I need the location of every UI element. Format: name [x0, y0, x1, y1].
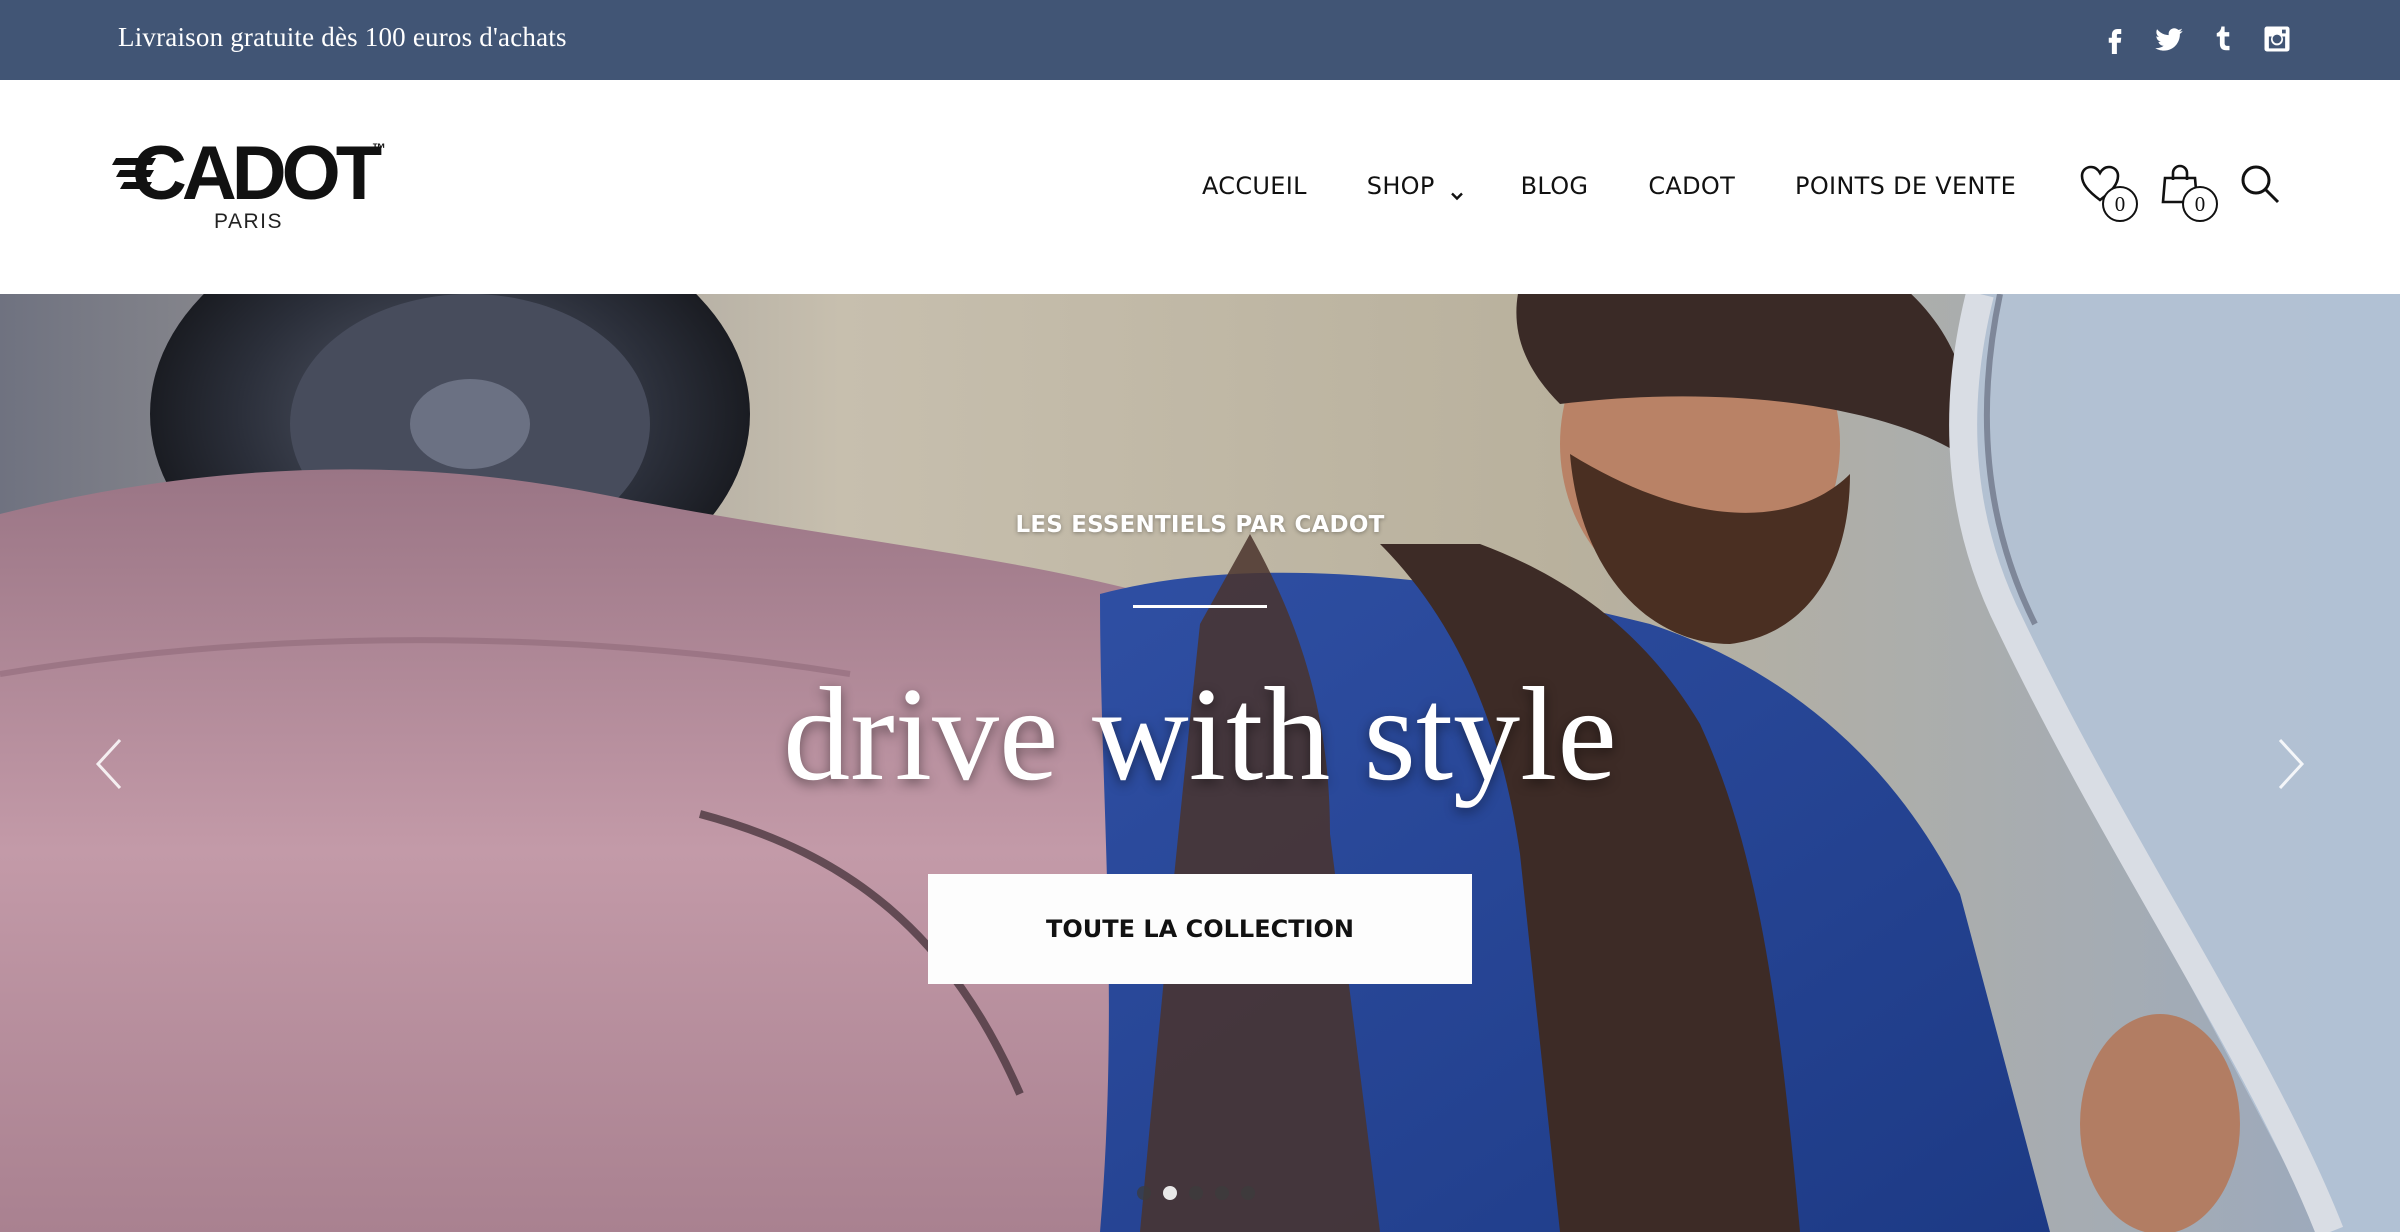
social-links — [2100, 22, 2292, 56]
slider-dot[interactable] — [1241, 1186, 1255, 1200]
slider-prev-arrow-icon[interactable] — [90, 734, 130, 794]
site-header: CADOT ™ PARIS ACCUEIL SHOP BLOG CADOT PO… — [0, 80, 2400, 294]
facebook-icon[interactable] — [2100, 22, 2130, 56]
nav-shop-label: SHOP — [1366, 172, 1435, 200]
slider-dots — [1137, 1186, 1255, 1200]
hero-divider — [1133, 605, 1267, 608]
tumblr-icon[interactable] — [2208, 22, 2238, 56]
header-actions: 0 0 — [2078, 162, 2288, 222]
main-nav: ACCUEIL SHOP BLOG CADOT POINTS DE VENTE — [1202, 172, 2016, 201]
nav-blog[interactable]: BLOG — [1521, 172, 1589, 200]
slider-next-arrow-icon[interactable] — [2270, 734, 2310, 794]
cadot-logo[interactable]: CADOT ™ PARIS — [110, 131, 400, 236]
slider-dot[interactable] — [1137, 1186, 1151, 1200]
nav-accueil[interactable]: ACCUEIL — [1202, 172, 1307, 200]
instagram-icon[interactable] — [2262, 22, 2292, 56]
search-icon — [2241, 165, 2280, 204]
twitter-icon[interactable] — [2154, 22, 2184, 56]
nav-cadot[interactable]: CADOT — [1648, 172, 1735, 200]
nav-shop[interactable]: SHOP — [1366, 172, 1463, 201]
chevron-down-icon — [1450, 180, 1463, 201]
hero-eyebrow: LES ESSENTIELS PAR CADOT — [1015, 512, 1385, 538]
free-shipping-text: Livraison gratuite dès 100 euros d'achat… — [118, 22, 567, 52]
slider-dot[interactable] — [1163, 1186, 1177, 1200]
logo-city: PARIS — [214, 210, 283, 233]
announcement-bar: Livraison gratuite dès 100 euros d'achat… — [0, 0, 2400, 80]
slider-dot[interactable] — [1189, 1186, 1203, 1200]
nav-points-de-vente[interactable]: POINTS DE VENTE — [1795, 172, 2016, 200]
slider-dot[interactable] — [1215, 1186, 1229, 1200]
hero-title: drive with style — [783, 660, 1617, 808]
hero-slider: LES ESSENTIELS PAR CADOT drive with styl… — [0, 294, 2400, 1232]
logo-wordmark: CADOT — [132, 131, 382, 216]
collection-button[interactable]: TOUTE LA COLLECTION — [928, 874, 1472, 984]
logo-trademark: ™ — [372, 140, 386, 156]
cart-button[interactable]: 0 — [2158, 162, 2218, 222]
wishlist-count-badge: 0 — [2102, 186, 2138, 222]
search-button[interactable] — [2238, 162, 2288, 216]
wishlist-button[interactable]: 0 — [2078, 162, 2138, 222]
cart-count-badge: 0 — [2182, 186, 2218, 222]
